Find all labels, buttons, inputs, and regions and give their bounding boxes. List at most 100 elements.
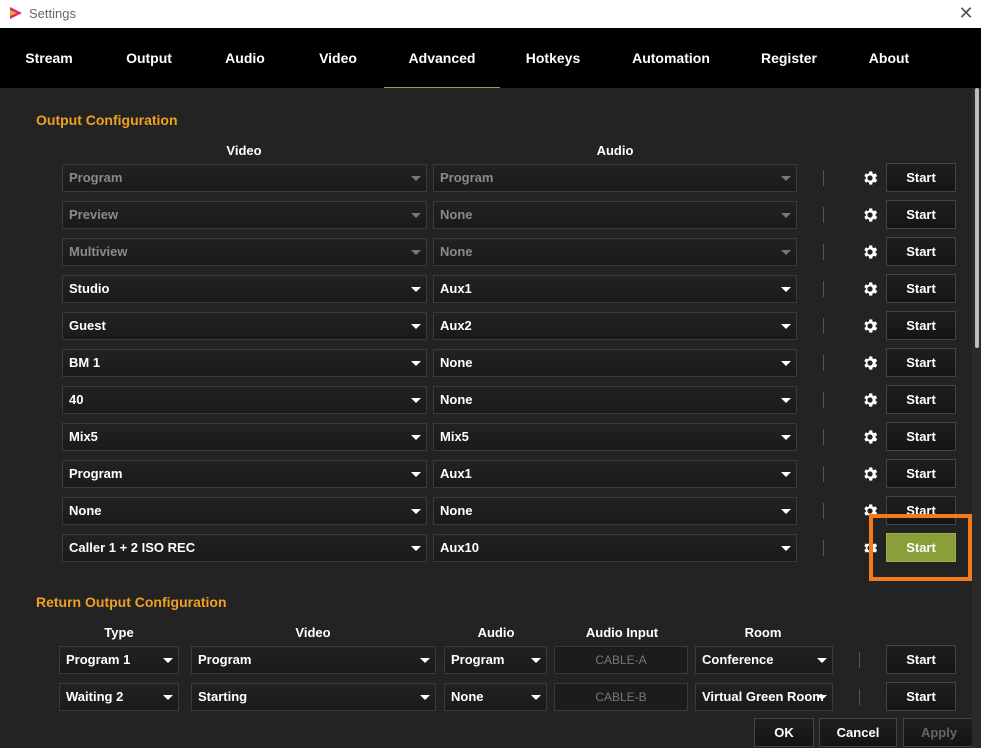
chevron-down-icon — [411, 176, 421, 181]
output-audio-select[interactable]: Program — [433, 164, 797, 192]
output-video-select[interactable]: Preview — [62, 201, 427, 229]
tab-bar: Stream Output Audio Video Advanced Hotke… — [0, 28, 981, 88]
gear-icon[interactable] — [861, 280, 879, 298]
tab-output[interactable]: Output — [114, 28, 184, 88]
audio-input-column-header: Audio Input — [585, 625, 659, 640]
ok-button[interactable]: OK — [754, 718, 814, 747]
output-video-select[interactable]: None — [62, 497, 427, 525]
room-select-value: Conference — [702, 652, 774, 667]
row-divider — [859, 652, 860, 668]
start-output-button[interactable]: Start — [886, 200, 956, 229]
output-video-value: Preview — [69, 207, 119, 222]
output-audio-select[interactable]: None — [433, 349, 797, 377]
output-audio-value: None — [440, 392, 473, 407]
output-video-select[interactable]: Mix5 — [62, 423, 427, 451]
start-output-button[interactable]: Start — [886, 274, 956, 303]
return-audio-select[interactable]: None — [444, 683, 547, 711]
tab-about[interactable]: About — [854, 28, 924, 88]
gear-icon[interactable] — [861, 354, 879, 372]
chevron-down-icon — [817, 695, 827, 700]
gear-icon[interactable] — [861, 169, 879, 187]
output-video-select[interactable]: 40 — [62, 386, 427, 414]
start-output-button[interactable]: Start — [886, 385, 956, 414]
room-select[interactable]: Virtual Green Room — [695, 683, 833, 711]
return-video-select[interactable]: Program — [191, 646, 436, 674]
output-audio-select[interactable]: Mix5 — [433, 423, 797, 451]
gear-icon[interactable] — [861, 391, 879, 409]
gear-icon[interactable] — [861, 317, 879, 335]
tab-hotkeys[interactable]: Hotkeys — [518, 28, 588, 88]
chevron-down-icon — [781, 324, 791, 329]
chevron-down-icon — [781, 250, 791, 255]
output-audio-value: Mix5 — [440, 429, 469, 444]
chevron-down-icon — [411, 509, 421, 514]
room-column-header: Room — [744, 625, 782, 640]
tab-video[interactable]: Video — [303, 28, 373, 88]
chevron-down-icon — [781, 361, 791, 366]
output-video-value: None — [69, 503, 102, 518]
output-video-select[interactable]: Program — [62, 460, 427, 488]
output-video-value: BM 1 — [69, 355, 101, 370]
chevron-down-icon — [411, 361, 421, 366]
scrollbar-thumb[interactable] — [975, 88, 979, 348]
tab-audio[interactable]: Audio — [210, 28, 280, 88]
output-audio-select[interactable]: Aux10 — [433, 534, 797, 562]
output-audio-value: None — [440, 244, 473, 259]
row-divider — [823, 170, 824, 186]
output-video-value: Studio — [69, 281, 110, 296]
room-select[interactable]: Conference — [695, 646, 833, 674]
tab-advanced[interactable]: Advanced — [384, 28, 500, 88]
tab-register[interactable]: Register — [754, 28, 824, 88]
start-output-button[interactable]: Start — [886, 311, 956, 340]
output-audio-select[interactable]: None — [433, 386, 797, 414]
start-return-button[interactable]: Start — [886, 682, 956, 711]
chevron-down-icon — [781, 176, 791, 181]
output-video-value: Program — [69, 466, 123, 481]
return-video-select[interactable]: Starting — [191, 683, 436, 711]
row-divider — [823, 429, 824, 445]
return-audio-select[interactable]: Program — [444, 646, 547, 674]
output-audio-value: Aux2 — [440, 318, 472, 333]
output-video-select[interactable]: Guest — [62, 312, 427, 340]
row-divider — [823, 392, 824, 408]
output-audio-select[interactable]: Aux2 — [433, 312, 797, 340]
title-bar: Settings ✕ — [0, 0, 981, 28]
start-output-button[interactable]: Start — [886, 422, 956, 451]
output-audio-select[interactable]: None — [433, 201, 797, 229]
return-type-select[interactable]: Program 1 — [59, 646, 179, 674]
output-audio-select[interactable]: Aux1 — [433, 460, 797, 488]
start-return-button[interactable]: Start — [886, 645, 956, 674]
return-video-select-value: Starting — [198, 689, 248, 704]
return-type-select[interactable]: Waiting 2 — [59, 683, 179, 711]
start-output-button[interactable]: Start — [886, 237, 956, 266]
output-audio-select[interactable]: None — [433, 497, 797, 525]
gear-icon[interactable] — [861, 465, 879, 483]
apply-button[interactable]: Apply — [903, 718, 975, 747]
gear-icon[interactable] — [861, 243, 879, 261]
output-audio-select[interactable]: Aux1 — [433, 275, 797, 303]
audio-input-field: CABLE-B — [554, 683, 688, 711]
gear-icon[interactable] — [861, 428, 879, 446]
chevron-down-icon — [411, 546, 421, 551]
output-video-select[interactable]: Studio — [62, 275, 427, 303]
chevron-down-icon — [781, 435, 791, 440]
chevron-down-icon — [411, 213, 421, 218]
vertical-scrollbar[interactable] — [972, 88, 981, 748]
chevron-down-icon — [817, 658, 827, 663]
audio-input-field-value: CABLE-A — [595, 653, 647, 667]
cancel-button[interactable]: Cancel — [819, 718, 897, 747]
row-divider — [859, 689, 860, 705]
output-video-select[interactable]: Multiview — [62, 238, 427, 266]
start-output-button[interactable]: Start — [886, 348, 956, 377]
tab-stream[interactable]: Stream — [14, 28, 84, 88]
tab-automation[interactable]: Automation — [625, 28, 717, 88]
gear-icon[interactable] — [861, 206, 879, 224]
output-video-select[interactable]: BM 1 — [62, 349, 427, 377]
output-audio-select[interactable]: None — [433, 238, 797, 266]
start-output-button[interactable]: Start — [886, 459, 956, 488]
output-video-select[interactable]: Program — [62, 164, 427, 192]
output-audio-value: Aux10 — [440, 540, 480, 555]
start-output-button[interactable]: Start — [886, 163, 956, 192]
output-video-select[interactable]: Caller 1 + 2 ISO REC — [62, 534, 427, 562]
close-icon[interactable]: ✕ — [957, 3, 975, 24]
